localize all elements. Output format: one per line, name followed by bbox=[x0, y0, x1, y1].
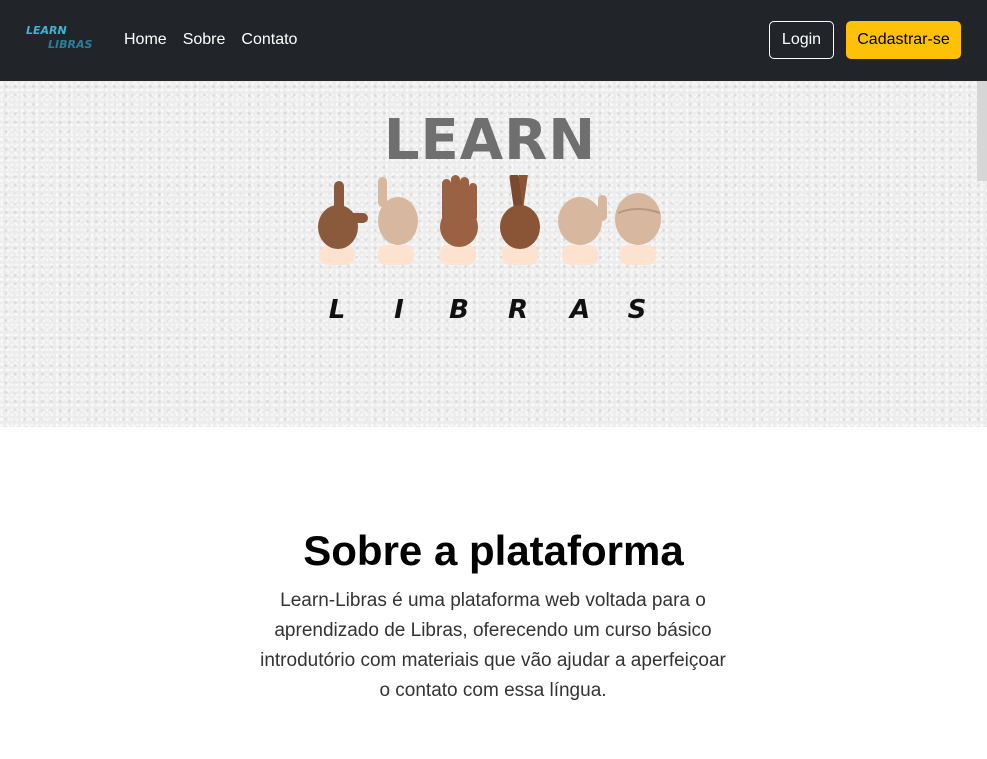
brand-bottom-text: LIBRAS bbox=[48, 38, 92, 51]
letter-s: S bbox=[627, 295, 647, 325]
hand-a-icon bbox=[558, 195, 607, 265]
hand-r-icon bbox=[500, 175, 540, 265]
nav-link-contato[interactable]: Contato bbox=[241, 30, 297, 50]
sign-hands-illustration bbox=[318, 175, 661, 265]
hand-l-icon bbox=[318, 181, 368, 265]
nav-link-home[interactable]: Home bbox=[124, 30, 167, 50]
letter-r: R bbox=[507, 295, 529, 325]
letter-l: L bbox=[328, 295, 346, 325]
nav-link-sobre[interactable]: Sobre bbox=[183, 30, 226, 50]
letter-i: I bbox=[394, 295, 404, 325]
navbar: LEARN LIBRAS Home Sobre Contato Login Ca… bbox=[0, 0, 987, 81]
about-title: Sobre a plataforma bbox=[303, 527, 684, 574]
signup-button[interactable]: Cadastrar-se bbox=[846, 21, 961, 59]
brand-logo[interactable]: LEARN LIBRAS bbox=[24, 22, 110, 52]
hero-banner: LEARN L I B R A S bbox=[0, 81, 987, 427]
letter-b: B bbox=[449, 295, 469, 325]
brand-top-text: LEARN bbox=[26, 24, 67, 37]
about-text: Learn-Libras é uma plataforma web voltad… bbox=[260, 590, 726, 701]
hero-title: LEARN bbox=[383, 108, 597, 173]
brand-logo-icon: LEARN LIBRAS bbox=[26, 24, 92, 51]
hero-logo: LEARN L I B R A S bbox=[300, 101, 680, 341]
hand-s-icon bbox=[615, 193, 661, 265]
hand-b-icon bbox=[440, 175, 478, 265]
hand-i-icon bbox=[378, 177, 418, 265]
login-button[interactable]: Login bbox=[769, 21, 834, 59]
nav-links: Home Sobre Contato bbox=[124, 30, 313, 50]
hero-scrollbar[interactable] bbox=[977, 81, 987, 181]
letter-a: A bbox=[569, 295, 591, 325]
sign-letters: L I B R A S bbox=[314, 295, 674, 329]
